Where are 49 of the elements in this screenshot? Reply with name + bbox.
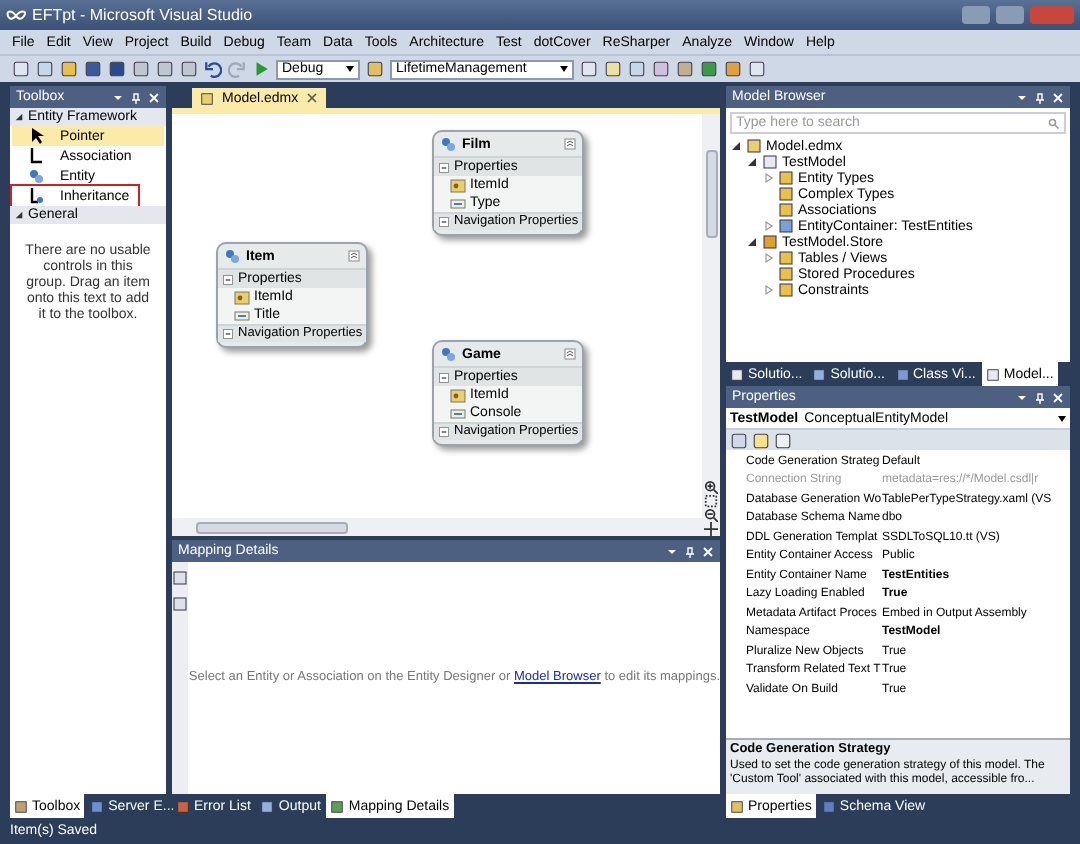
pin-icon[interactable] — [130, 91, 142, 103]
expanded-arrow-icon[interactable] — [746, 236, 758, 248]
window-title: EFTpt - Microsoft Visual Studio — [32, 7, 255, 23]
fit-icon — [704, 494, 718, 508]
close-icon[interactable] — [306, 92, 319, 104]
collapsed-arrow-icon[interactable] — [762, 252, 774, 264]
collapse-icon — [438, 216, 450, 228]
collapse-icon[interactable] — [564, 348, 576, 360]
collapsed-arrow-icon[interactable] — [762, 284, 774, 296]
collapse-icon — [438, 371, 450, 383]
entity-icon — [440, 136, 456, 152]
expanded-arrow-icon[interactable] — [746, 156, 758, 168]
property-icon — [450, 195, 466, 211]
dropdown-arrow-icon[interactable] — [1016, 391, 1028, 403]
zoom-out-icon — [704, 508, 718, 522]
collapsed-arrow-icon[interactable] — [762, 172, 774, 184]
scrollbar-thumb[interactable] — [705, 150, 717, 238]
start-icon[interactable] — [252, 60, 270, 78]
entity-icon — [224, 248, 240, 264]
collapsed-arrow-icon[interactable] — [762, 220, 774, 232]
inheritance-icon — [28, 188, 44, 204]
dropdown-arrow-icon[interactable] — [666, 545, 678, 557]
property-icon — [450, 405, 466, 421]
pin-icon[interactable] — [1034, 91, 1046, 103]
collapse-icon — [438, 161, 450, 173]
key-property-icon — [450, 387, 466, 403]
key-property-icon — [234, 289, 250, 305]
dropdown-arrow-icon[interactable] — [112, 91, 124, 103]
zoom-in-icon — [704, 480, 718, 494]
line-icon — [28, 148, 44, 164]
property-icon — [234, 307, 250, 323]
entity-icon — [28, 168, 44, 184]
scrollbar-thumb[interactable] — [196, 521, 348, 533]
horizontal-scrollbar[interactable] — [172, 518, 702, 536]
undo-icon[interactable] — [204, 60, 222, 78]
collapse-icon[interactable] — [348, 250, 360, 262]
move-icon — [704, 522, 718, 536]
collapse-icon — [222, 328, 234, 340]
pin-icon[interactable] — [1034, 391, 1046, 403]
dropdown-arrow-icon[interactable] — [1016, 91, 1028, 103]
infinity-logo-icon — [6, 9, 26, 21]
collapse-icon — [222, 273, 234, 285]
expanded-arrow-icon[interactable] — [730, 140, 742, 152]
entity-icon — [440, 346, 456, 362]
key-property-icon — [450, 177, 466, 193]
pointer-icon — [28, 128, 44, 144]
collapse-icon[interactable] — [564, 138, 576, 150]
collapse-icon — [438, 426, 450, 438]
pin-icon[interactable] — [684, 545, 696, 557]
